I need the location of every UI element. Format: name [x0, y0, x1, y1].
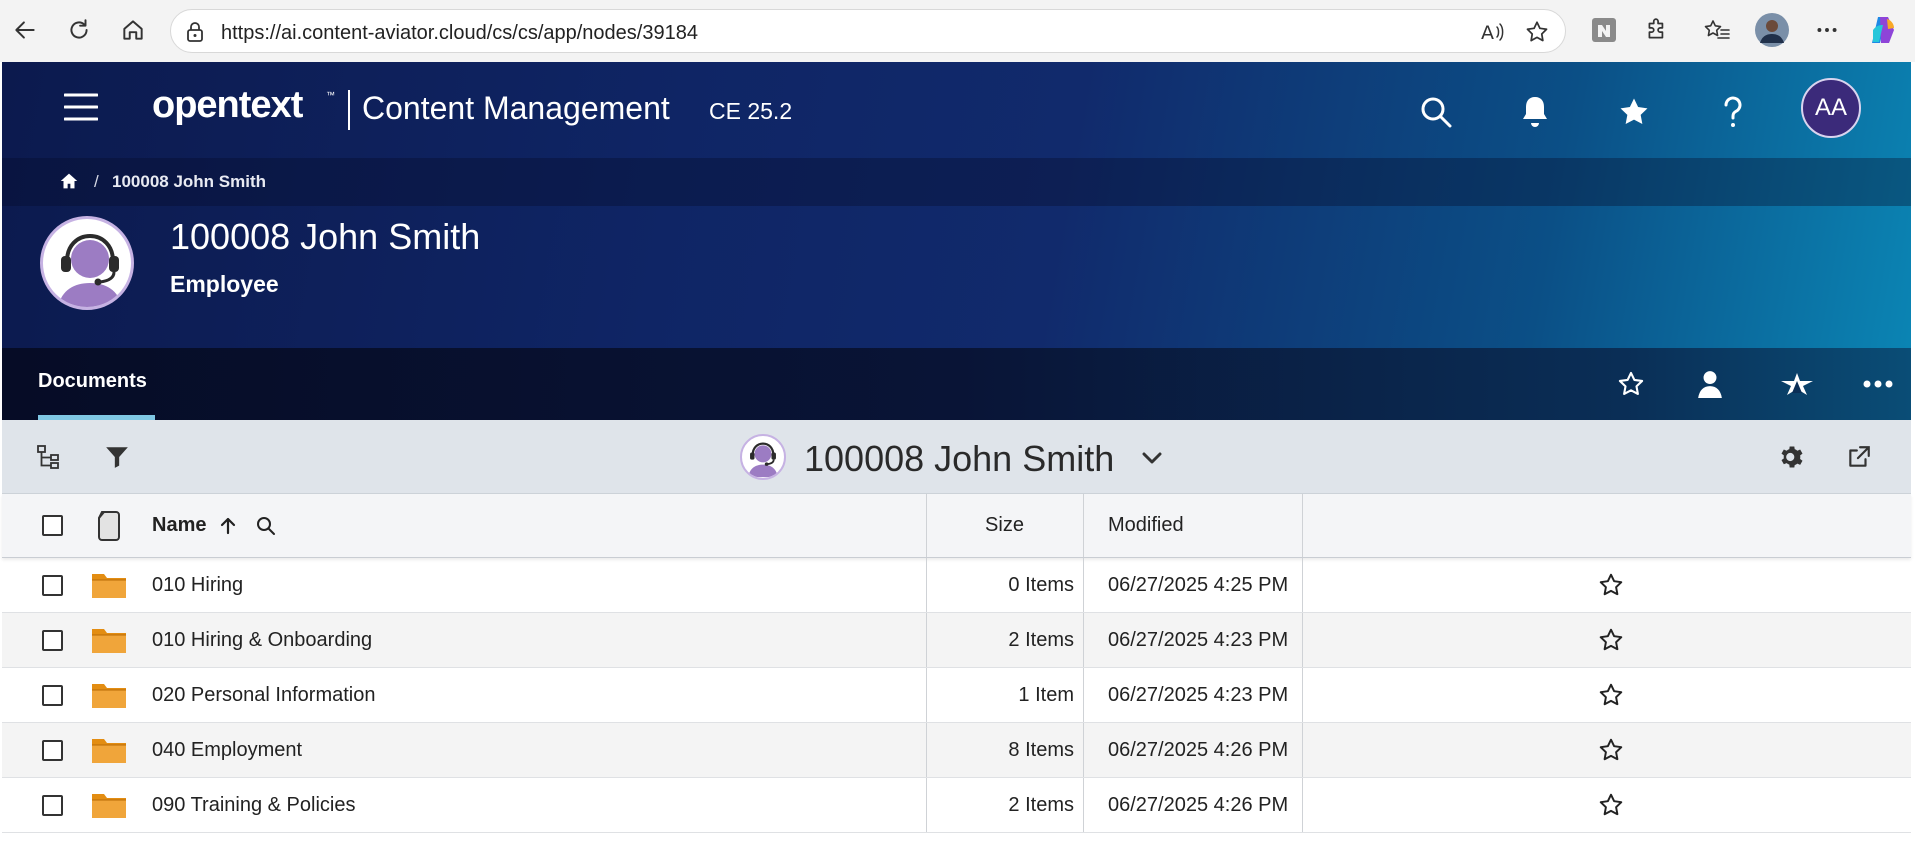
column-header-modified[interactable]: Modified: [1108, 494, 1184, 557]
read-aloud-icon[interactable]: A: [1479, 19, 1505, 45]
row-modified: 06/27/2025 4:23 PM: [1108, 628, 1289, 651]
row-checkbox[interactable]: [42, 778, 63, 832]
document-table: Name Size Modified 010 Hiring 0 Items 06…: [2, 494, 1911, 833]
brand-divider: [348, 90, 350, 130]
search-icon[interactable]: [1416, 92, 1456, 132]
favorites-list-icon[interactable]: [1700, 13, 1734, 47]
row-name[interactable]: 090 Training & Policies: [152, 778, 355, 832]
row-modified: 06/27/2025 4:26 PM: [1108, 738, 1289, 761]
open-external-icon[interactable]: [1842, 440, 1876, 474]
hamburger-icon[interactable]: [64, 92, 98, 122]
column-header-size[interactable]: Size: [926, 494, 1083, 557]
table-row[interactable]: 010 Hiring & Onboarding 2 Items 06/27/20…: [2, 613, 1911, 668]
product-name: Content Management: [362, 90, 670, 126]
row-favorite-star-icon[interactable]: [1598, 778, 1624, 832]
list-toolbar: 100008 John Smith: [2, 420, 1911, 494]
browser-more-icon[interactable]: [1810, 13, 1844, 47]
row-checkbox[interactable]: [42, 558, 63, 612]
table-row[interactable]: 020 Personal Information 1 Item 06/27/20…: [2, 668, 1911, 723]
bell-icon[interactable]: [1515, 92, 1555, 132]
tab-documents[interactable]: Documents: [38, 370, 147, 393]
row-favorite-star-icon[interactable]: [1598, 613, 1624, 667]
row-modified: 06/27/2025 4:25 PM: [1108, 573, 1289, 596]
browser-toolbar: https://ai.content-aviator.cloud/cs/cs/a…: [0, 0, 1915, 62]
select-all-checkbox[interactable]: [42, 494, 63, 557]
headset-user-icon: [57, 233, 123, 307]
more-icon[interactable]: [1860, 366, 1896, 402]
add-favorite-icon[interactable]: [1613, 366, 1649, 402]
profile-avatar-icon[interactable]: [1755, 13, 1789, 47]
row-name[interactable]: 010 Hiring: [152, 558, 243, 612]
svg-text:A: A: [1481, 22, 1494, 44]
column-header-name[interactable]: Name: [152, 494, 276, 557]
home-icon[interactable]: [116, 13, 150, 47]
column-search-icon[interactable]: [256, 516, 276, 536]
sort-ascending-icon[interactable]: [218, 516, 238, 536]
user-avatar[interactable]: AA: [1801, 78, 1861, 138]
extension-n-icon[interactable]: [1587, 13, 1621, 47]
container-title-text[interactable]: 100008 John Smith: [804, 438, 1114, 480]
lock-icon[interactable]: [185, 21, 205, 43]
row-name[interactable]: 040 Employment: [152, 723, 302, 777]
row-size: 8 Items: [1008, 738, 1074, 761]
workspace-avatar: [40, 216, 134, 310]
row-modified: 06/27/2025 4:26 PM: [1108, 793, 1289, 816]
app-header: opentext ™ Content Management CE 25.2 AA…: [2, 62, 1911, 420]
row-name[interactable]: 010 Hiring & Onboarding: [152, 613, 372, 667]
document-type-icon: [96, 494, 122, 557]
gear-icon[interactable]: [1775, 440, 1809, 474]
table-header: Name Size Modified: [2, 494, 1911, 558]
help-icon[interactable]: [1713, 92, 1753, 132]
row-checkbox[interactable]: [42, 668, 63, 722]
row-favorite-star-icon[interactable]: [1598, 668, 1624, 722]
user-icon[interactable]: [1692, 366, 1728, 402]
row-name[interactable]: 020 Personal Information: [152, 668, 375, 722]
extensions-puzzle-icon[interactable]: [1640, 13, 1674, 47]
refresh-icon[interactable]: [62, 13, 96, 47]
table-row[interactable]: 090 Training & Policies 2 Items 06/27/20…: [2, 778, 1911, 833]
chevron-down-icon[interactable]: [1140, 446, 1164, 470]
aviator-icon[interactable]: [1779, 366, 1815, 402]
row-favorite-star-icon[interactable]: [1598, 723, 1624, 777]
url-text[interactable]: https://ai.content-aviator.cloud/cs/cs/a…: [221, 22, 698, 45]
page-subtitle: Employee: [170, 271, 279, 297]
top-navigation-bar: opentext ™ Content Management CE 25.2 AA: [2, 62, 1911, 158]
row-size: 0 Items: [1008, 573, 1074, 596]
breadcrumb: / 100008 John Smith: [2, 158, 1911, 206]
folder-icon: [90, 778, 128, 832]
row-checkbox[interactable]: [42, 613, 63, 667]
folder-icon: [90, 668, 128, 722]
brand-trademark: ™: [326, 90, 335, 100]
folder-icon: [90, 723, 128, 777]
copilot-icon[interactable]: [1866, 13, 1900, 47]
container-avatar: [740, 434, 786, 480]
filter-icon[interactable]: [100, 440, 134, 474]
folder-icon: [90, 613, 128, 667]
address-bar[interactable]: https://ai.content-aviator.cloud/cs/cs/a…: [170, 9, 1566, 53]
opentext-logo: opentext: [152, 84, 303, 126]
back-arrow-icon[interactable]: [8, 13, 42, 47]
version-label: CE 25.2: [709, 98, 793, 124]
breadcrumb-home-icon[interactable]: [58, 170, 80, 192]
row-favorite-star-icon[interactable]: [1598, 558, 1624, 612]
row-size: 2 Items: [1008, 628, 1074, 651]
row-checkbox[interactable]: [42, 723, 63, 777]
row-size: 2 Items: [1008, 793, 1074, 816]
table-row[interactable]: 010 Hiring 0 Items 06/27/2025 4:25 PM: [2, 558, 1911, 613]
table-row[interactable]: 040 Employment 8 Items 06/27/2025 4:26 P…: [2, 723, 1911, 778]
favorite-star-icon[interactable]: [1524, 19, 1550, 45]
breadcrumb-separator: /: [94, 172, 99, 191]
headset-user-icon: [748, 442, 778, 478]
row-modified: 06/27/2025 4:23 PM: [1108, 683, 1289, 706]
tab-bar: Documents: [2, 348, 1911, 420]
tree-icon[interactable]: [32, 440, 66, 474]
breadcrumb-current: 100008 John Smith: [112, 172, 267, 191]
folder-icon: [90, 558, 128, 612]
favorites-star-icon[interactable]: [1614, 92, 1654, 132]
row-size: 1 Item: [1018, 683, 1074, 706]
page-title: 100008 John Smith: [170, 216, 481, 257]
